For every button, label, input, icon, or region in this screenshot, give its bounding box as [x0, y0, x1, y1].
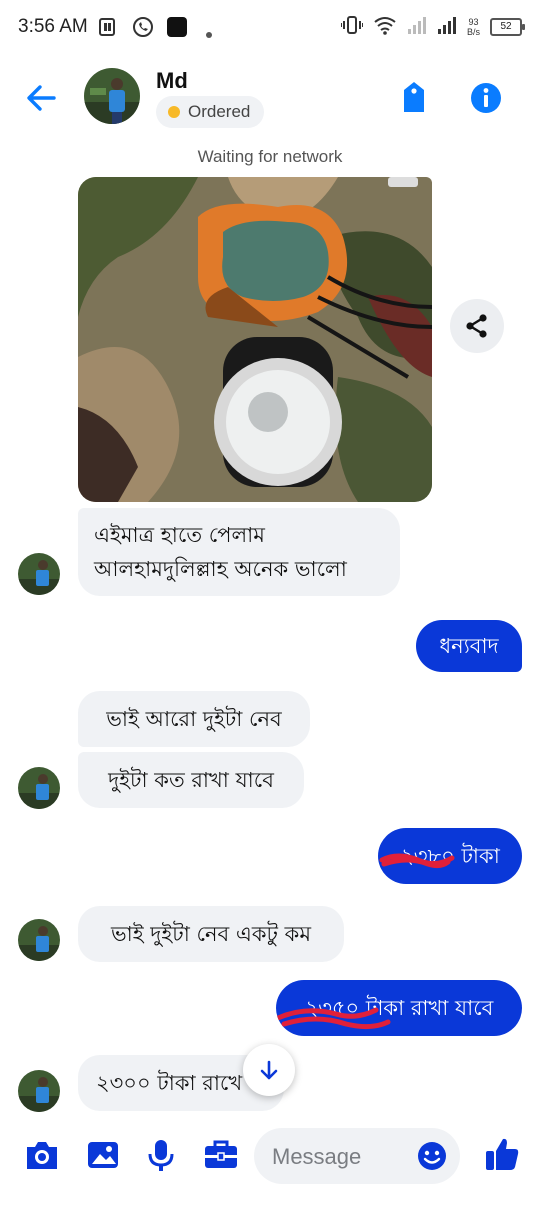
chat-header: Md Ordered — [0, 60, 540, 140]
gallery-button[interactable] — [86, 1138, 120, 1176]
contact-avatar[interactable] — [84, 68, 140, 124]
status-bar: 3:56 AM 93 B/s 52 — [0, 0, 540, 56]
sender-avatar[interactable] — [18, 919, 60, 961]
status-tag-label: Ordered — [188, 102, 251, 121]
label-button[interactable] — [396, 78, 432, 118]
voice-button[interactable] — [146, 1138, 176, 1176]
message-text: ভাই আরো দুইটা নেব — [106, 707, 282, 731]
scribble-mark — [276, 1007, 391, 1030]
camera-icon — [27, 1142, 57, 1169]
message-bubble-incoming[interactable]: ভাই আরো দুইটা নেব — [78, 691, 310, 747]
scribble-mark — [379, 853, 455, 869]
info-button[interactable] — [468, 80, 504, 116]
signal-icon-2 — [437, 15, 457, 39]
message-text: ভাই দুইটা নেব একটু কম — [110, 922, 312, 946]
share-button[interactable] — [450, 299, 504, 353]
network-speed: 93 B/s — [467, 17, 480, 37]
info-icon — [471, 83, 501, 113]
sender-avatar[interactable] — [18, 767, 60, 809]
message-bubble-incoming[interactable]: এইমাত্র হাতে পেলাম আলহামদুলিল্লাহ অনেক ভ… — [78, 508, 400, 596]
whatsapp-icon — [132, 16, 154, 42]
briefcase-icon — [205, 1140, 237, 1168]
business-tools-button[interactable] — [203, 1138, 239, 1176]
thumbs-up-icon — [486, 1138, 519, 1170]
scroll-to-bottom-button[interactable] — [243, 1044, 295, 1096]
app-notification-icon — [166, 16, 188, 42]
tag-dot-icon — [168, 106, 180, 118]
status-right: 93 B/s 52 — [339, 14, 525, 40]
arrow-down-icon — [260, 1060, 278, 1080]
microphone-icon — [148, 1140, 174, 1171]
sender-avatar[interactable] — [18, 1070, 60, 1112]
network-status: Waiting for network — [197, 147, 343, 166]
status-time: 3:56 AM — [18, 16, 88, 37]
battery-icon: 52 — [490, 18, 525, 36]
message-bubble-outgoing[interactable]: ২৩৮০ টাকা — [378, 828, 522, 884]
message-text: ধন্যবাদ — [439, 634, 499, 658]
image-icon — [88, 1142, 118, 1168]
emoji-icon — [418, 1142, 446, 1170]
network-speed-value: 93 — [468, 17, 479, 27]
more-notifications-icon — [205, 24, 213, 43]
message-input[interactable] — [270, 1128, 414, 1186]
message-composer — [0, 1120, 540, 1192]
camera-button[interactable] — [24, 1138, 60, 1176]
contact-name[interactable]: Md — [156, 68, 188, 94]
message-text: দুইটা কত রাখা যাবে — [108, 768, 274, 792]
network-speed-unit: B/s — [466, 27, 480, 37]
status-tag[interactable]: Ordered — [156, 96, 265, 128]
back-button[interactable] — [22, 78, 62, 118]
sim-icon — [98, 17, 118, 41]
sender-avatar[interactable] — [18, 553, 60, 595]
share-icon — [466, 314, 487, 338]
like-button[interactable] — [482, 1134, 522, 1174]
message-bubble-outgoing[interactable]: ধন্যবাদ — [416, 620, 522, 672]
message-bubble-outgoing[interactable]: ২৩৫০ টাকা রাখা যাবে — [276, 980, 522, 1036]
label-tag-icon — [404, 82, 424, 112]
message-line: এইমাত্র হাতে পেলাম — [94, 523, 265, 547]
message-field[interactable] — [254, 1128, 460, 1186]
message-bubble-incoming[interactable]: ভাই দুইটা নেব একটু কম — [78, 906, 344, 962]
message-line: আলহামদুলিল্লাহ অনেক ভালো — [94, 557, 347, 581]
emoji-button[interactable] — [416, 1140, 448, 1172]
message-text: ২৩০০ টাকা রাখে — [96, 1071, 243, 1095]
vibrate-icon — [339, 15, 364, 39]
back-arrow-icon — [27, 85, 56, 111]
photo-message[interactable] — [78, 177, 432, 502]
signal-icon-1 — [407, 15, 427, 39]
wifi-icon — [373, 15, 397, 39]
message-bubble-incoming[interactable]: দুইটা কত রাখা যাবে — [78, 752, 304, 808]
